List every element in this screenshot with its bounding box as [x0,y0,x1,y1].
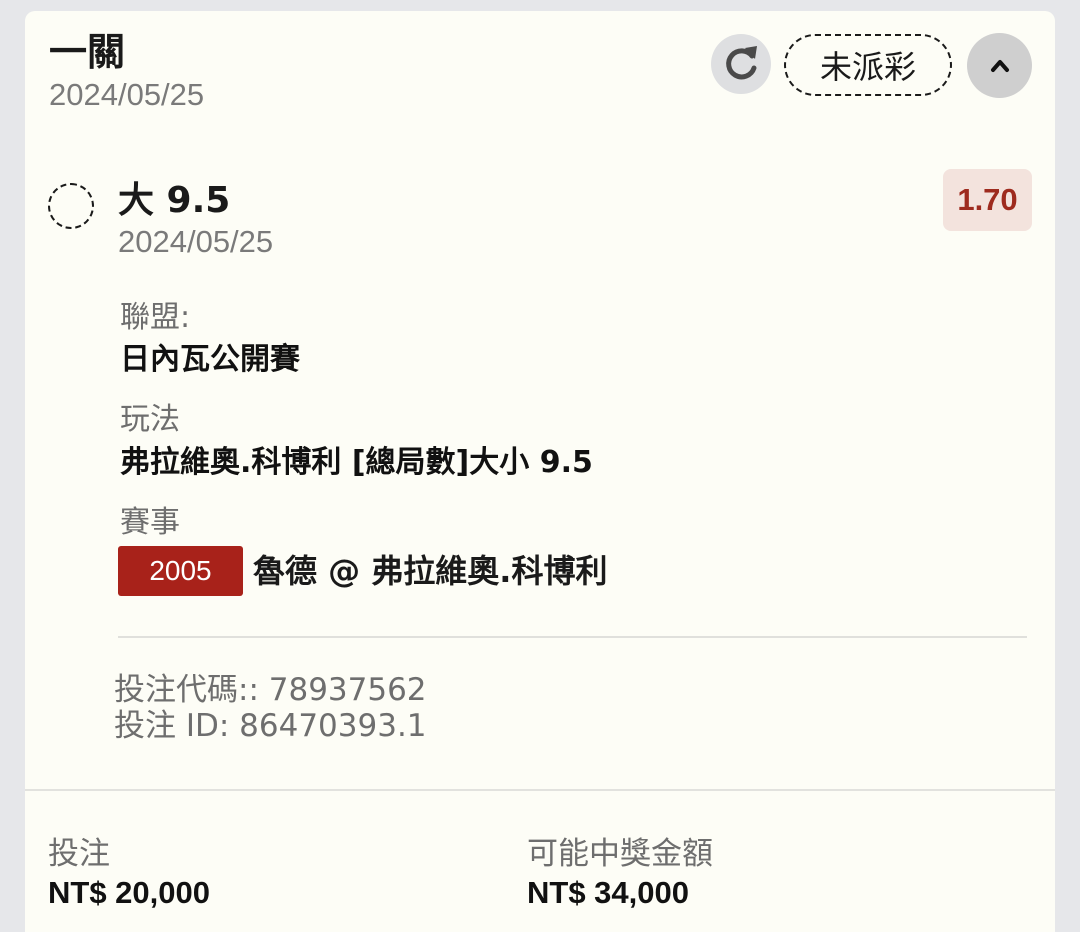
event-id-badge: 2005 [118,546,243,596]
settlement-status-badge: 未派彩 [784,34,952,96]
bet-date: 2024/05/25 [49,77,205,112]
stake-value: NT$ 20,000 [48,875,210,910]
divider [118,636,1027,638]
league-label: 聯盟: [120,300,191,335]
payout-label: 可能中獎金額 [527,836,713,872]
league-value: 日內瓦公開賽 [120,342,300,377]
refresh-button[interactable] [711,34,771,94]
footer-divider [25,789,1055,791]
selection-date: 2024/05/25 [118,224,274,259]
bet-code: 投注代碼:: 78937562 [114,672,427,708]
bet-card: 一關 2024/05/25 未派彩 大 9.5 2024/05/25 1.70 … [25,11,1055,932]
odds-badge: 1.70 [943,169,1032,231]
bet-type-title: 一關 [49,30,126,74]
refresh-icon [726,46,757,80]
stake-label: 投注 [48,836,110,872]
selection-name: 大 9.5 [118,180,231,221]
payout-value: NT$ 34,000 [527,875,689,910]
market-value: 弗拉維奧.科博利 [總局數]大小 9.5 [120,445,593,480]
event-name: 魯德 @ 弗拉維奧.科博利 [253,552,608,590]
bet-id: 投注 ID: 86470393.1 [114,708,427,744]
event-label: 賽事 [120,505,180,540]
selection-status-circle [48,183,94,229]
collapse-button[interactable] [967,33,1032,98]
market-label: 玩法 [120,402,180,437]
chevron-up-icon [990,59,1009,72]
